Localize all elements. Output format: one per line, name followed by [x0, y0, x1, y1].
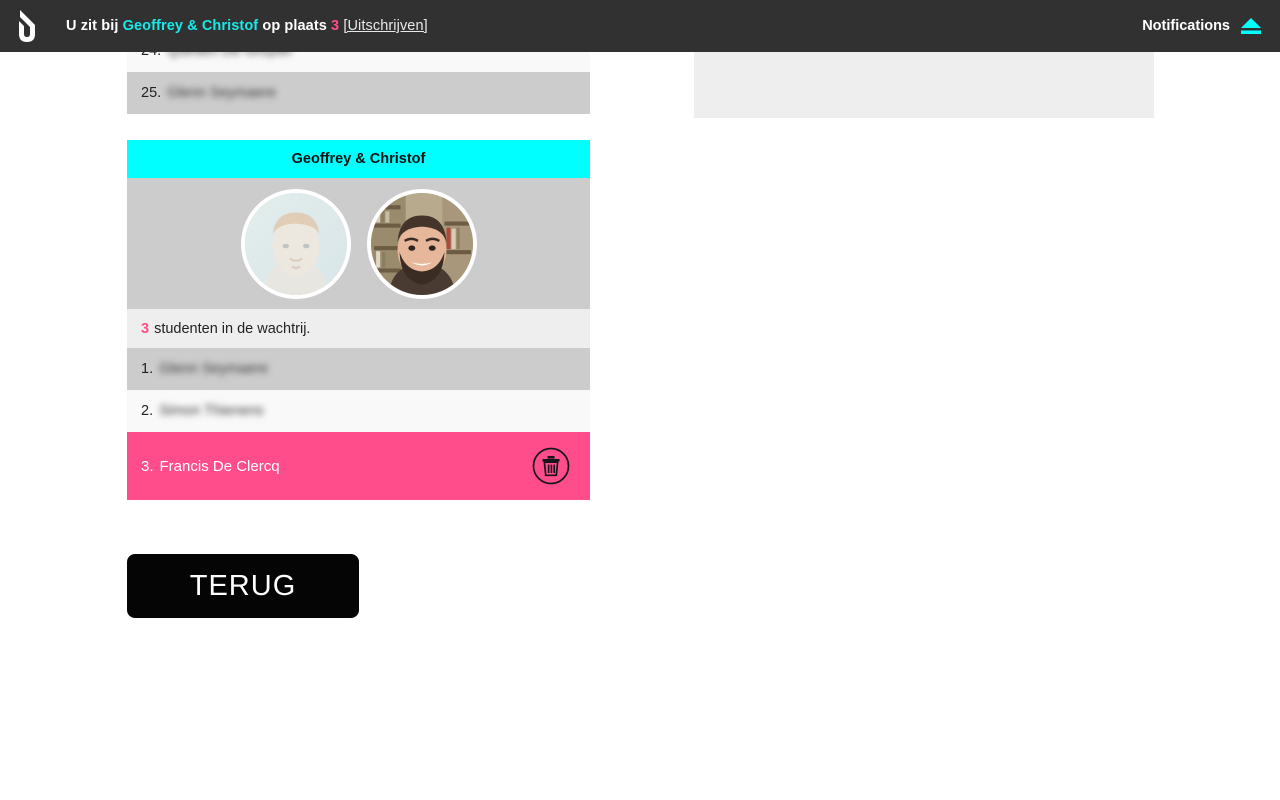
- overflow-queue-list: 24. Quinten De Gruyter 25. Glenn Seymaer…: [127, 52, 590, 114]
- queue-position: 3.: [141, 457, 154, 475]
- unsubscribe-link[interactable]: [Uitschrijven]: [343, 18, 427, 34]
- table-row[interactable]: 25. Glenn Seymaere: [127, 72, 590, 114]
- trash-icon[interactable]: [532, 447, 570, 485]
- avatar: [240, 188, 351, 299]
- queue-position: 2.: [141, 403, 154, 419]
- list-item[interactable]: 2. Simon Thienens: [127, 390, 590, 432]
- notifications-label: Notifications: [1142, 18, 1230, 34]
- top-bar: U zit bij Geoffrey & Christof op plaats …: [0, 0, 1280, 52]
- queue-student-name: Glenn Seymaere: [159, 361, 268, 377]
- eject-icon[interactable]: [1240, 17, 1262, 35]
- group-card-title: Geoffrey & Christof: [127, 140, 590, 178]
- seat-status-message: U zit bij Geoffrey & Christof op plaats …: [66, 18, 428, 34]
- secondary-panel: [694, 52, 1154, 118]
- message-prefix: U zit bij: [66, 18, 123, 34]
- seat-number: 3: [331, 18, 340, 34]
- notifications-control[interactable]: Notifications: [1142, 0, 1262, 52]
- list-item[interactable]: 1. Glenn Seymaere: [127, 348, 590, 390]
- queue-position: 1.: [141, 361, 154, 377]
- group-card: Geoffrey & Christof 3 studenten in de wa…: [127, 140, 590, 500]
- queue-count-number: 3: [141, 320, 150, 337]
- avatar: [366, 188, 477, 299]
- row-name: Glenn Seymaere: [167, 85, 276, 101]
- queue-count: 3 studenten in de wachtrij.: [127, 309, 590, 348]
- table-row[interactable]: 24. Quinten De Gruyter: [127, 52, 590, 72]
- back-button[interactable]: TERUG: [127, 554, 359, 618]
- row-name: Quinten De Gruyter: [167, 52, 293, 59]
- row-number: 24.: [141, 52, 161, 59]
- queue-count-text: studenten in de wachtrij.: [154, 320, 311, 337]
- current-user-label: 3. Francis De Clercq: [141, 458, 280, 475]
- group-name-link[interactable]: Geoffrey & Christof: [123, 18, 259, 34]
- list-item-current-user[interactable]: 3. Francis De Clercq: [127, 432, 590, 500]
- row-number: 25.: [141, 85, 162, 101]
- group-avatars: [127, 178, 590, 309]
- queue-student-name: Francis De Clercq: [159, 457, 280, 475]
- logo-icon[interactable]: [4, 0, 50, 52]
- right-column: [694, 52, 1154, 118]
- message-middle: op plaats: [258, 18, 332, 34]
- table-row-clipped: 24. Quinten De Gruyter: [127, 52, 590, 72]
- left-column: 24. Quinten De Gruyter 25. Glenn Seymaer…: [127, 52, 590, 500]
- queue-student-name: Simon Thienens: [159, 403, 264, 419]
